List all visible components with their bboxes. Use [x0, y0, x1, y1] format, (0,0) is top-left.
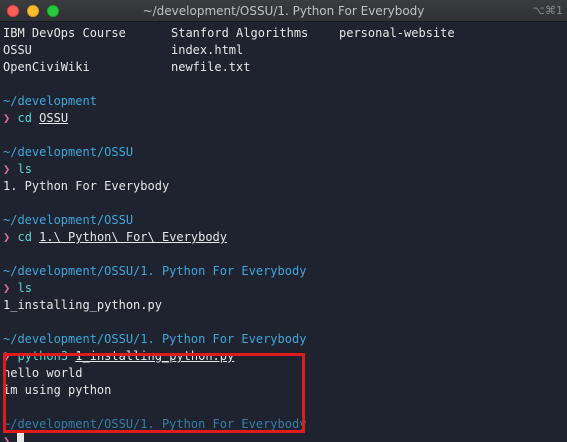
ls-entry: OSSU — [3, 43, 32, 57]
command-line: ❯ ls — [3, 280, 567, 297]
command-argument: OSSU — [39, 111, 69, 125]
ls-entry: newfile.txt — [171, 60, 251, 74]
ls-output-row: OpenCiviWiki newfile.txt — [3, 59, 567, 76]
prompt-arrow-icon: ❯ — [3, 434, 11, 442]
active-command-line[interactable]: ❯ — [3, 433, 567, 442]
prompt-arrow-icon: ❯ — [3, 349, 11, 363]
command-line: ❯ cd OSSU — [3, 110, 567, 127]
prompt-arrow-icon: ❯ — [3, 162, 11, 176]
command-output: hello world — [3, 366, 83, 380]
ls-output-row: IBM DevOps Course Stanford Algorithms pe… — [3, 25, 567, 42]
prompt-path: ~/development/OSSU/1. Python For Everybo… — [3, 264, 307, 278]
ls-entry: OpenCiviWiki — [3, 60, 90, 74]
prompt-path: ~/development/OSSU/1. Python For Everybo… — [3, 417, 307, 431]
command-output: 1_installing_python.py — [3, 298, 162, 312]
prompt-path: ~/development — [3, 94, 97, 108]
command-line: ❯ cd 1.\ Python\ For\ Everybody — [3, 229, 567, 246]
command-line: ❯ ls — [3, 161, 567, 178]
prompt-path: ~/development/OSSU — [3, 213, 134, 227]
command-name: ls — [17, 162, 32, 176]
command-name: python3 — [17, 349, 69, 363]
command-name: ls — [17, 281, 32, 295]
ls-entry: personal-website — [339, 26, 455, 40]
command-output: im using python — [3, 383, 112, 397]
ls-entry: IBM DevOps Course — [3, 26, 126, 40]
window-title: ~/development/OSSU/1. Python For Everybo… — [142, 4, 425, 18]
command-output: 1. Python For Everybody — [3, 179, 170, 193]
terminal-output[interactable]: IBM DevOps Course Stanford Algorithms pe… — [3, 25, 567, 442]
prompt-path: ~/development/OSSU/1. Python For Everybo… — [3, 332, 307, 346]
terminal-window: ~/development/OSSU/1. Python For Everybo… — [0, 0, 567, 442]
command-argument: 1.\ Python\ For\ Everybody — [39, 230, 227, 244]
prompt-arrow-icon: ❯ — [3, 230, 11, 244]
tab-shortcut-label: ⌥⌘1 — [532, 4, 563, 17]
title-bar: ~/development/OSSU/1. Python For Everybo… — [0, 0, 567, 22]
command-line: ❯ python3 1_installing_python.py — [3, 348, 567, 365]
prompt-arrow-icon: ❯ — [3, 281, 11, 295]
ls-entry: index.html — [171, 43, 244, 57]
text-cursor — [17, 433, 25, 442]
command-name: cd — [17, 230, 32, 244]
ls-output-row: OSSU index.html — [3, 42, 567, 59]
prompt-path: ~/development/OSSU — [3, 145, 134, 159]
command-argument: 1_installing_python.py — [75, 349, 235, 363]
ls-entry: Stanford Algorithms — [171, 26, 309, 40]
